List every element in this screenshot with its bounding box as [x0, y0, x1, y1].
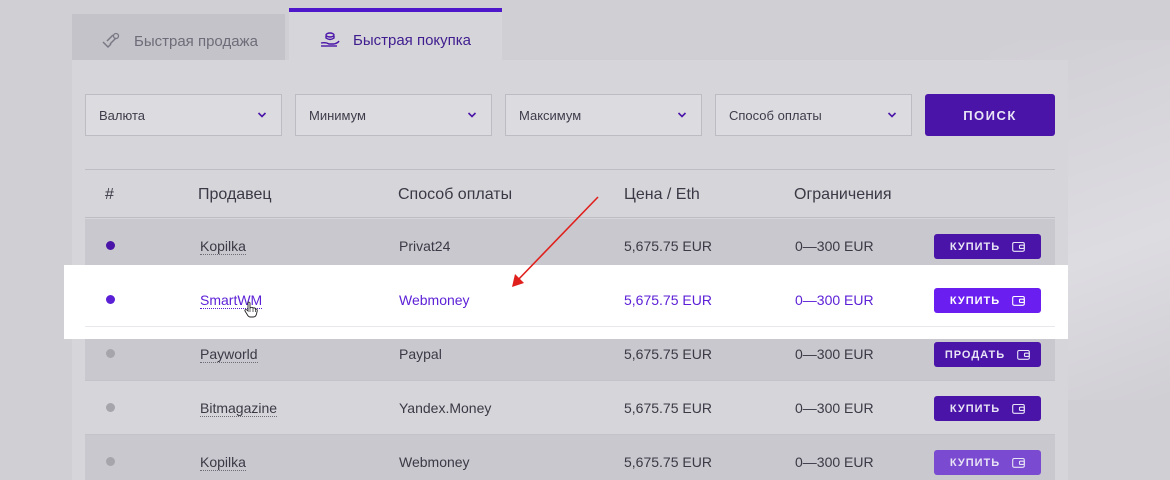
column-header-price: Цена / Eth	[624, 186, 700, 203]
price-cell: 5,675.75 EUR	[624, 400, 712, 416]
limits-cell: 0—300 EUR	[795, 346, 874, 362]
minimum-select-label: Минимум	[309, 107, 366, 123]
payment-method-cell: Paypal	[399, 346, 442, 362]
payment-method-cell: Webmoney	[399, 454, 470, 470]
buy-button[interactable]: КУПИТЬ	[934, 396, 1041, 421]
currency-select[interactable]: Валюта	[85, 94, 282, 136]
seller-link[interactable]: Kopilka	[200, 238, 246, 255]
buy-button-label: КУПИТЬ	[949, 456, 1001, 469]
buy-button[interactable]: КУПИТЬ	[934, 234, 1041, 259]
sell-button-label: ПРОДАТЬ	[944, 348, 1006, 361]
chevron-down-icon	[677, 110, 687, 120]
status-offline-dot	[106, 349, 115, 358]
limits-cell: 0—300 EUR	[795, 454, 874, 470]
status-online-dot	[106, 295, 115, 304]
status-offline-dot	[106, 457, 115, 466]
table-row[interactable]: Kopilka Webmoney 5,675.75 EUR 0—300 EUR …	[85, 435, 1055, 480]
column-header-number: #	[105, 186, 114, 203]
price-cell: 5,675.75 EUR	[624, 454, 712, 470]
buy-button-label: КУПИТЬ	[949, 294, 1001, 307]
limits-cell: 0—300 EUR	[795, 400, 874, 416]
seller-link[interactable]: Payworld	[200, 346, 258, 363]
tab-quick-buy[interactable]: Быстрая покупка	[289, 8, 502, 68]
payment-method-select[interactable]: Способ оплаты	[715, 94, 912, 136]
wallet-icon	[1012, 457, 1025, 468]
sell-button[interactable]: ПРОДАТЬ	[934, 342, 1041, 367]
maximum-select-label: Максимум	[519, 107, 582, 123]
column-header-limits: Ограничения	[794, 186, 892, 203]
filter-bar: Валюта Минимум Максимум Способ оплаты ПО…	[85, 94, 1055, 136]
column-header-payment-method: Способ оплаты	[398, 186, 513, 203]
column-header-seller: Продавец	[198, 186, 272, 203]
payment-method-cell: Webmoney	[399, 292, 470, 308]
status-offline-dot	[106, 403, 115, 412]
wallet-icon	[1017, 349, 1031, 360]
limits-cell: 0—300 EUR	[795, 238, 874, 254]
buy-button-label: КУПИТЬ	[949, 240, 1001, 253]
status-online-dot	[106, 241, 115, 250]
coins-hand-icon	[319, 31, 341, 49]
price-cell: 5,675.75 EUR	[624, 292, 712, 308]
chevron-down-icon	[257, 110, 267, 120]
search-button[interactable]: ПОИСК	[925, 94, 1055, 136]
payment-method-cell: Yandex.Money	[399, 400, 492, 416]
payment-method-cell: Privat24	[399, 238, 451, 254]
price-cell: 5,675.75 EUR	[624, 238, 712, 254]
buy-button[interactable]: КУПИТЬ	[934, 450, 1041, 475]
trade-tabs: Быстрая продажа Быстрая покупка	[72, 8, 502, 68]
wallet-icon	[1012, 295, 1025, 306]
price-cell: 5,675.75 EUR	[624, 346, 712, 362]
payment-method-select-label: Способ оплаты	[729, 107, 822, 123]
limits-cell: 0—300 EUR	[795, 292, 874, 308]
table-header: # Продавец Способ оплаты Цена / Eth Огра…	[85, 170, 1055, 218]
chevron-down-icon	[467, 110, 477, 120]
hand-cursor-icon	[244, 301, 258, 318]
seller-link[interactable]: Bitmagazine	[200, 400, 278, 417]
seller-link[interactable]: Kopilka	[200, 454, 246, 471]
maximum-select[interactable]: Максимум	[505, 94, 702, 136]
wallet-icon	[1012, 241, 1025, 252]
table-row[interactable]: SmartWM Webmoney 5,675.75 EUR 0—300 EUR …	[85, 273, 1055, 327]
table-row[interactable]: Bitmagazine Yandex.Money 5,675.75 EUR 0—…	[85, 381, 1055, 435]
buy-button[interactable]: КУПИТЬ	[934, 288, 1041, 313]
hand-coins-icon	[100, 32, 122, 50]
wallet-icon	[1012, 403, 1025, 414]
tab-label: Быстрая покупка	[353, 31, 472, 49]
chevron-down-icon	[887, 110, 897, 120]
buy-button-label: КУПИТЬ	[949, 402, 1001, 415]
tab-label: Быстрая продажа	[134, 32, 258, 50]
minimum-select[interactable]: Минимум	[295, 94, 492, 136]
currency-select-label: Валюта	[99, 107, 145, 123]
